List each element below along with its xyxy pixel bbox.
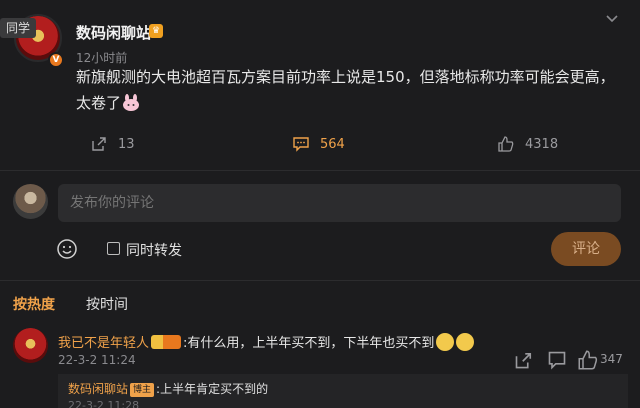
thumbs-up-icon — [498, 136, 514, 152]
reply-text: :上半年肯定买不到的 — [156, 382, 269, 396]
vip-badge-icon: ♛ — [149, 24, 163, 38]
fan-badge-icon — [151, 335, 182, 349]
comment-icon — [293, 137, 309, 152]
comment-text: :有什么用，上半年买不到，下半年也买不到 — [183, 336, 435, 351]
reply-content: 数码闲聊站 博主:上半年肯定买不到的 — [68, 380, 268, 397]
chevron-down-icon[interactable] — [604, 10, 620, 26]
my-avatar[interactable] — [13, 184, 48, 219]
repost-button[interactable]: 13 — [90, 130, 135, 158]
comment-content: 我已不是年轻人 :有什么用，上半年买不到，下半年也买不到 — [58, 332, 475, 351]
author-name[interactable]: 数码闲聊站 — [76, 22, 151, 43]
reply-time: 22-3-2 11:28 — [68, 399, 140, 408]
like-button[interactable]: 4318 — [497, 130, 558, 158]
comment-input[interactable] — [58, 184, 621, 222]
post-text-content: 新旗舰测的大电池超百瓦方案目前功率上说是150，但落地标称功率可能会更高，太卷了 — [76, 68, 615, 112]
sort-by-hot-tab[interactable]: 按热度 — [13, 294, 55, 314]
repost-count: 13 — [118, 136, 135, 152]
share-icon — [92, 137, 106, 151]
sort-by-time-tab[interactable]: 按时间 — [86, 294, 128, 314]
post-header: 同学 V 数码闲聊站 ♛ 12小时前 — [0, 0, 640, 70]
fans-tag: 同学 — [0, 18, 36, 38]
emoji-icon[interactable] — [56, 238, 78, 260]
doge-emoji-icon — [456, 333, 475, 351]
divider — [0, 280, 640, 281]
rabbit-emoji-icon — [123, 94, 140, 111]
comment-button[interactable]: 564 — [292, 130, 345, 158]
doge-emoji-icon — [436, 333, 455, 351]
commenter-avatar[interactable] — [13, 328, 48, 363]
like-count: 4318 — [525, 136, 559, 152]
reply-author[interactable]: 数码闲聊站 — [68, 382, 128, 396]
post-text: 新旗舰测的大电池超百瓦方案目前功率上说是150，但落地标称功率可能会更高，太卷了 — [76, 64, 616, 116]
comment-thumbs-up-icon[interactable] — [578, 350, 598, 370]
comment-share-icon[interactable] — [514, 350, 534, 370]
comment-time: 22-3-2 11:24 — [58, 353, 136, 367]
blogger-badge: 博主 — [130, 383, 155, 397]
repost-checkbox[interactable] — [107, 242, 120, 255]
submit-comment-button[interactable]: 评论 — [551, 232, 621, 266]
divider — [0, 170, 640, 171]
comment-count: 564 — [320, 136, 345, 152]
comment-reply-icon[interactable] — [547, 350, 567, 370]
comment-like-count: 347 — [600, 352, 623, 366]
verified-badge-icon: V — [48, 52, 64, 68]
commenter-name[interactable]: 我已不是年轻人 — [58, 336, 149, 351]
repost-checkbox-label[interactable]: 同时转发 — [126, 240, 182, 260]
